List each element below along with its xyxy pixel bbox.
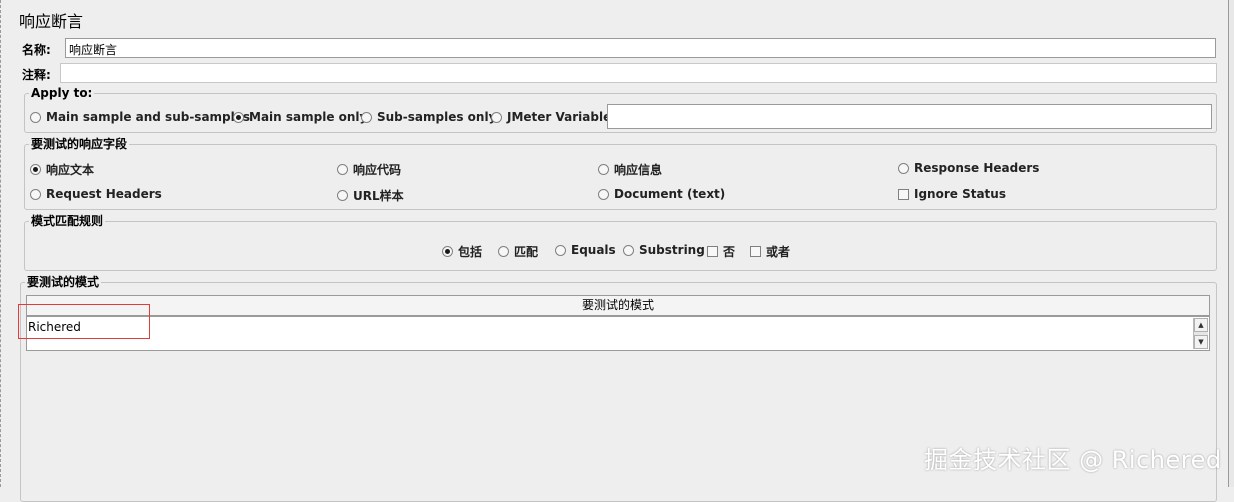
radio-icon: [337, 190, 348, 201]
patterns-column-header[interactable]: 要测试的模式: [26, 295, 1210, 316]
field-response-message-radio[interactable]: 响应信息: [598, 161, 662, 178]
radio-selected-icon: [442, 246, 453, 257]
radio-icon: [30, 111, 41, 123]
radio-icon: [361, 111, 372, 123]
checkbox-icon: [750, 246, 761, 257]
radio-icon: [337, 164, 348, 175]
field-response-text-radio[interactable]: 响应文本: [30, 161, 94, 178]
radio-icon: [498, 246, 509, 257]
rule-equals-radio[interactable]: Equals: [555, 243, 616, 257]
radio-icon: [598, 188, 609, 200]
field-response-headers-radio[interactable]: Response Headers: [898, 161, 1039, 175]
field-url-sample-radio[interactable]: URL样本: [337, 187, 404, 204]
rule-contains-radio[interactable]: 包括: [442, 243, 482, 260]
radio-icon: [598, 164, 609, 175]
apply-jmeter-variable-radio[interactable]: JMeter Variable: [491, 110, 611, 124]
watermark: 掘金技术社区 @ Richered: [924, 446, 1222, 474]
name-input[interactable]: 响应断言: [65, 38, 1216, 58]
radio-icon: [623, 244, 634, 256]
table-scrollbar[interactable]: ▲ ▼: [1193, 318, 1208, 349]
radio-icon: [555, 244, 566, 256]
patterns-legend: 要测试的模式: [25, 275, 102, 289]
left-panel-border: [0, 0, 5, 487]
apply-main-and-sub-radio[interactable]: Main sample and sub-samples: [30, 110, 250, 124]
scroll-up-icon[interactable]: ▲: [1194, 318, 1208, 332]
jmeter-variable-input[interactable]: [607, 104, 1212, 129]
radio-selected-icon: [30, 164, 41, 175]
rule-not-checkbox[interactable]: 否: [707, 243, 735, 260]
checkbox-icon: [707, 246, 718, 257]
field-to-test-legend: 要测试的响应字段: [29, 137, 130, 151]
right-scrollbar-edge[interactable]: [1228, 0, 1234, 487]
field-request-headers-radio[interactable]: Request Headers: [30, 187, 162, 201]
rule-matches-radio[interactable]: 匹配: [498, 243, 538, 260]
comment-input[interactable]: [60, 63, 1217, 83]
apply-sub-only-radio[interactable]: Sub-samples only: [361, 110, 496, 124]
comment-label: 注释:: [22, 68, 51, 82]
radio-icon: [30, 188, 41, 200]
name-label: 名称:: [22, 43, 51, 57]
radio-icon: [898, 162, 909, 174]
pattern-rules-group: 模式匹配规则: [24, 214, 1217, 271]
checkbox-icon: [898, 188, 909, 200]
ignore-status-checkbox[interactable]: Ignore Status: [898, 187, 1006, 201]
rule-substring-radio[interactable]: Substring: [623, 243, 705, 257]
pattern-rules-legend: 模式匹配规则: [29, 214, 106, 228]
radio-selected-icon: [233, 111, 244, 123]
apply-to-legend: Apply to:: [29, 86, 95, 100]
field-response-code-radio[interactable]: 响应代码: [337, 161, 401, 178]
scroll-down-icon[interactable]: ▼: [1194, 335, 1208, 349]
page-title: 响应断言: [19, 12, 84, 31]
field-document-text-radio[interactable]: Document (text): [598, 187, 725, 201]
apply-main-only-radio[interactable]: Main sample only: [233, 110, 367, 124]
highlight-box: [18, 304, 150, 339]
radio-icon: [491, 111, 502, 123]
rule-or-checkbox[interactable]: 或者: [750, 243, 790, 260]
patterns-table[interactable]: Richered ▲ ▼: [26, 316, 1210, 351]
